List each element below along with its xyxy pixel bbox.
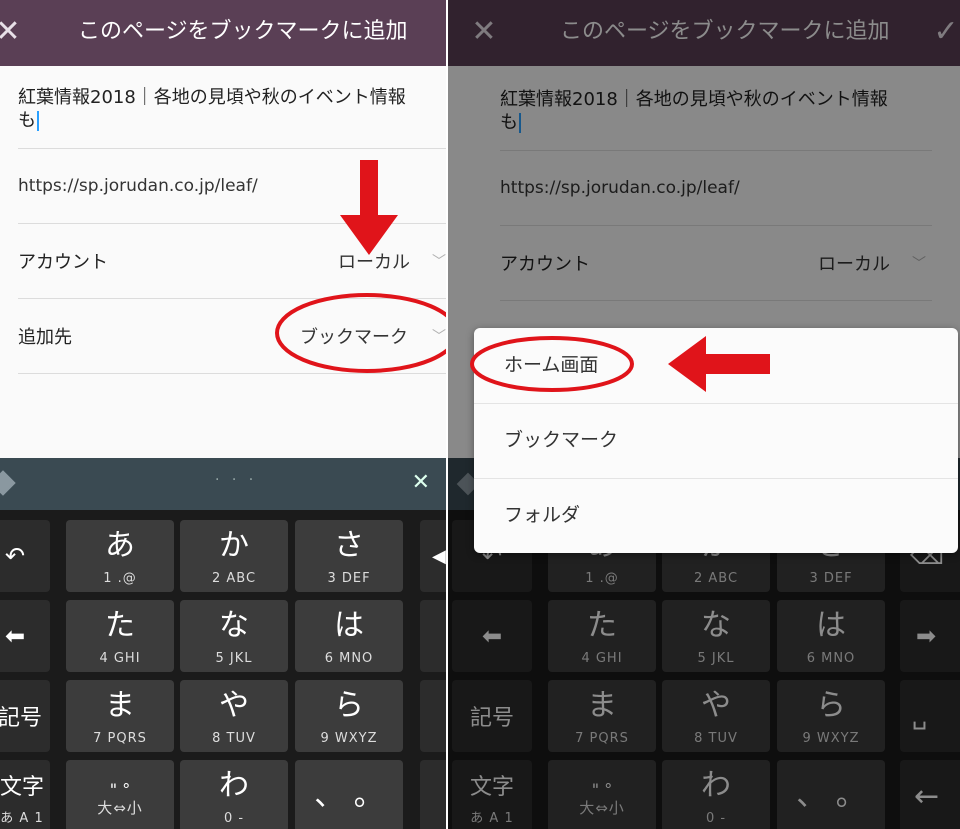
- destination-row[interactable]: 追加先 ブックマーク ﹀: [18, 299, 446, 374]
- space-key[interactable]: [420, 680, 446, 752]
- undo-key[interactable]: ↶: [0, 520, 50, 592]
- account-row[interactable]: アカウント ローカル ﹀: [18, 224, 446, 299]
- chevron-down-icon: ﹀: [432, 329, 446, 345]
- dialog-title: このページをブックマークに追加: [78, 19, 408, 44]
- symbol-key[interactable]: 記号: [0, 680, 50, 752]
- page-title-line1: 紅葉情報2018｜各地の見頃や秋のイベント情報: [18, 87, 406, 108]
- destination-menu: ホーム画面 ブックマーク フォルダ: [474, 328, 958, 553]
- key-ya[interactable]: や8 TUV: [180, 680, 288, 752]
- dialog-header: ✕ このページをブックマークに追加: [0, 0, 446, 66]
- menu-item-bookmark[interactable]: ブックマーク: [474, 403, 958, 479]
- destination-label: 追加先: [18, 327, 72, 348]
- key-dakuten[interactable]: " ° 大⇔小: [66, 760, 174, 829]
- bookmark-form: 紅葉情報2018｜各地の見頃や秋のイベント情報 も https://sp.jor…: [0, 66, 446, 458]
- chevron-down-icon: ﹀: [432, 254, 446, 270]
- url-text: https://sp.jorudan.co.jp/leaf/: [18, 176, 258, 196]
- account-label: アカウント: [18, 252, 108, 273]
- key-ka[interactable]: か2 ABC: [180, 520, 288, 592]
- url-field[interactable]: https://sp.jorudan.co.jp/leaf/: [18, 149, 446, 224]
- account-value: ローカル: [338, 252, 410, 273]
- key-a[interactable]: あ1 .@: [66, 520, 174, 592]
- more-dots-icon[interactable]: · · ·: [215, 472, 257, 488]
- destination-value: ブックマーク: [300, 327, 408, 348]
- page-title-line2: も: [18, 110, 36, 131]
- left-screenshot: ✕ このページをブックマークに追加 紅葉情報2018｜各地の見頃や秋のイベント情…: [0, 0, 446, 829]
- menu-item-home-screen[interactable]: ホーム画面: [474, 328, 958, 404]
- keyboard-toolbar: · · · ✕: [0, 458, 446, 510]
- keyboard: · · · ✕ ↶ ⬅ 記号 文字 あ A 1 あ1 .@ か2 ABC さ3 …: [0, 458, 446, 829]
- backspace-key[interactable]: ◀: [420, 520, 446, 592]
- key-na[interactable]: な5 JKL: [180, 600, 288, 672]
- key-ma[interactable]: ま7 PQRS: [66, 680, 174, 752]
- text-cursor: [37, 111, 39, 131]
- key-ta[interactable]: た4 GHI: [66, 600, 174, 672]
- close-icon[interactable]: ✕: [412, 470, 430, 495]
- page-title-field[interactable]: 紅葉情報2018｜各地の見頃や秋のイベント情報 も: [18, 66, 446, 149]
- enter-key[interactable]: [420, 760, 446, 829]
- keyboard-menu-icon[interactable]: [0, 470, 16, 496]
- close-icon[interactable]: ✕: [0, 12, 28, 52]
- menu-item-folder[interactable]: フォルダ: [474, 478, 958, 553]
- key-sa[interactable]: さ3 DEF: [295, 520, 403, 592]
- right-arrow-key[interactable]: [420, 600, 446, 672]
- right-screenshot: ✕ このページをブックマークに追加 ✓ 紅葉情報2018｜各地の見頃や秋のイベン…: [448, 0, 960, 829]
- left-arrow-key[interactable]: ⬅: [0, 600, 50, 672]
- key-punctuation[interactable]: 、 。: [295, 760, 403, 829]
- input-mode-key[interactable]: 文字 あ A 1: [0, 760, 50, 829]
- key-ra[interactable]: ら9 WXYZ: [295, 680, 403, 752]
- key-wa[interactable]: わ0 -: [180, 760, 288, 829]
- key-ha[interactable]: は6 MNO: [295, 600, 403, 672]
